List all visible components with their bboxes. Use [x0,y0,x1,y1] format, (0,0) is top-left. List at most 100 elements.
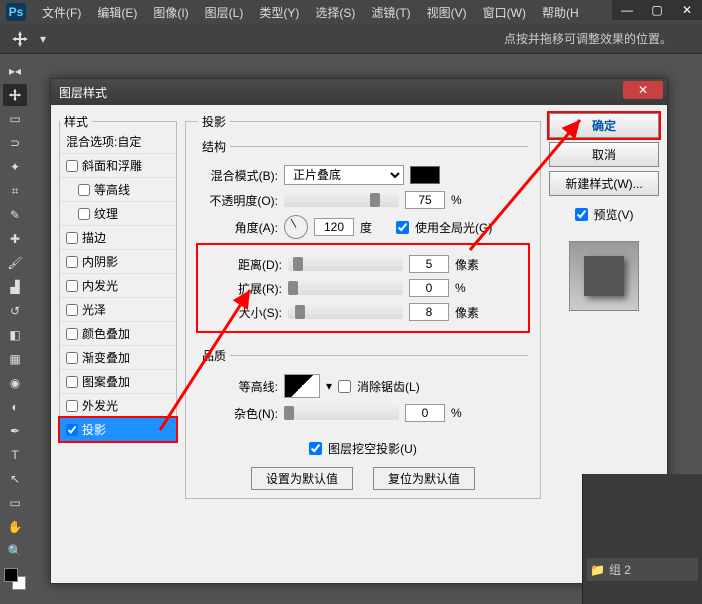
style-item-2[interactable]: 等高线 [60,178,176,202]
reset-default-button[interactable]: 复位为默认值 [373,467,475,490]
set-default-button[interactable]: 设置为默认值 [251,467,353,490]
type-tool[interactable]: T [3,444,27,466]
spread-label: 扩展(R): [202,280,282,297]
size-slider[interactable] [288,305,403,319]
style-checkbox-4[interactable] [66,232,78,244]
style-item-9[interactable]: 渐变叠加 [60,346,176,370]
style-item-12[interactable]: 投影 [60,418,176,441]
minimize-button[interactable]: — [612,0,642,20]
path-select-tool[interactable]: ↖ [3,468,27,490]
close-button[interactable]: ✕ [672,0,702,20]
noise-slider[interactable] [284,406,399,420]
menu-layer[interactable]: 图层(L) [197,4,252,21]
style-checkbox-3[interactable] [78,208,90,220]
style-item-0[interactable]: 混合选项:自定 [60,130,176,154]
angle-dial[interactable] [284,215,308,239]
pen-tool[interactable]: ✒ [3,420,27,442]
folder-icon[interactable]: 📁 [590,563,605,577]
collapse-icon[interactable]: ▸◂ [3,60,27,82]
style-checkbox-8[interactable] [66,328,78,340]
hand-tool[interactable]: ✋ [3,516,27,538]
noise-label: 杂色(N): [198,405,278,422]
style-item-6[interactable]: 内发光 [60,274,176,298]
eyedropper-tool[interactable]: ✎ [3,204,27,226]
dialog-title-text: 图层样式 [59,84,107,101]
antialias-checkbox[interactable] [338,380,351,393]
preview-checkbox[interactable] [575,208,588,221]
menu-image[interactable]: 图像(I) [145,4,196,21]
menu-window[interactable]: 窗口(W) [475,4,534,21]
wand-tool[interactable]: ✦ [3,156,27,178]
menu-view[interactable]: 视图(V) [419,4,475,21]
shadow-color-swatch[interactable] [410,166,440,184]
style-checkbox-10[interactable] [66,376,78,388]
style-item-1[interactable]: 斜面和浮雕 [60,154,176,178]
blur-tool[interactable]: ◉ [3,372,27,394]
size-input[interactable] [409,303,449,321]
menu-select[interactable]: 选择(S) [307,4,363,21]
antialias-label: 消除锯齿(L) [357,378,420,395]
shape-tool[interactable]: ▭ [3,492,27,514]
brush-tool[interactable]: 🖌 [3,252,27,274]
heal-tool[interactable]: ✚ [3,228,27,250]
move-tool[interactable] [3,84,27,106]
stamp-tool[interactable]: ▟ [3,276,27,298]
maximize-button[interactable]: ▢ [642,0,672,20]
style-checkbox-2[interactable] [78,184,90,196]
history-brush-tool[interactable]: ↺ [3,300,27,322]
style-checkbox-5[interactable] [66,256,78,268]
noise-input[interactable] [405,404,445,422]
style-label-4: 描边 [82,229,106,246]
foreground-color[interactable] [4,568,18,582]
distance-unit: 像素 [455,256,485,273]
menu-file[interactable]: 文件(F) [34,4,89,21]
menu-bar: Ps 文件(F) 编辑(E) 图像(I) 图层(L) 类型(Y) 选择(S) 滤… [0,0,702,24]
contour-picker[interactable] [284,374,320,398]
eraser-tool[interactable]: ◧ [3,324,27,346]
style-checkbox-1[interactable] [66,160,78,172]
marquee-tool[interactable]: ▭ [3,108,27,130]
style-checkbox-6[interactable] [66,280,78,292]
dialog-close-button[interactable]: ✕ [623,81,663,99]
style-checkbox-9[interactable] [66,352,78,364]
preview-label: 预览(V) [594,206,634,223]
menu-help[interactable]: 帮助(H [534,4,587,21]
global-light-checkbox[interactable] [396,221,409,234]
style-item-7[interactable]: 光泽 [60,298,176,322]
menu-edit[interactable]: 编辑(E) [89,4,145,21]
opacity-input[interactable] [405,191,445,209]
spread-slider[interactable] [288,281,403,295]
zoom-tool[interactable]: 🔍 [3,540,27,562]
dropdown-arrow-icon[interactable]: ▾ [40,32,46,46]
color-swatch[interactable] [4,568,26,590]
dodge-tool[interactable]: ◐ [3,396,27,418]
spread-input[interactable] [409,279,449,297]
opacity-slider[interactable] [284,193,399,207]
style-item-8[interactable]: 颜色叠加 [60,322,176,346]
lasso-tool[interactable]: ⊃ [3,132,27,154]
knockout-checkbox[interactable] [309,442,322,455]
style-item-4[interactable]: 描边 [60,226,176,250]
style-item-3[interactable]: 纹理 [60,202,176,226]
style-checkbox-7[interactable] [66,304,78,316]
gradient-tool[interactable]: ▦ [3,348,27,370]
style-checkbox-11[interactable] [66,400,78,412]
blend-mode-select[interactable]: 正片叠底 [284,165,404,185]
size-unit: 像素 [455,304,485,321]
new-style-button[interactable]: 新建样式(W)... [549,171,659,196]
angle-input[interactable] [314,218,354,236]
menu-type[interactable]: 类型(Y) [251,4,307,21]
style-checkbox-12[interactable] [66,424,78,436]
style-item-10[interactable]: 图案叠加 [60,370,176,394]
ok-button[interactable]: 确定 [549,113,659,138]
distance-input[interactable] [409,255,449,273]
group-label[interactable]: 组 2 [609,561,631,578]
cancel-button[interactable]: 取消 [549,142,659,167]
menu-filter[interactable]: 滤镜(T) [363,4,418,21]
dialog-titlebar[interactable]: 图层样式 ✕ [51,79,667,105]
style-item-5[interactable]: 内阴影 [60,250,176,274]
crop-tool[interactable]: ⌗ [3,180,27,202]
contour-dropdown-icon[interactable]: ▾ [326,379,332,393]
style-item-11[interactable]: 外发光 [60,394,176,418]
distance-slider[interactable] [288,257,403,271]
